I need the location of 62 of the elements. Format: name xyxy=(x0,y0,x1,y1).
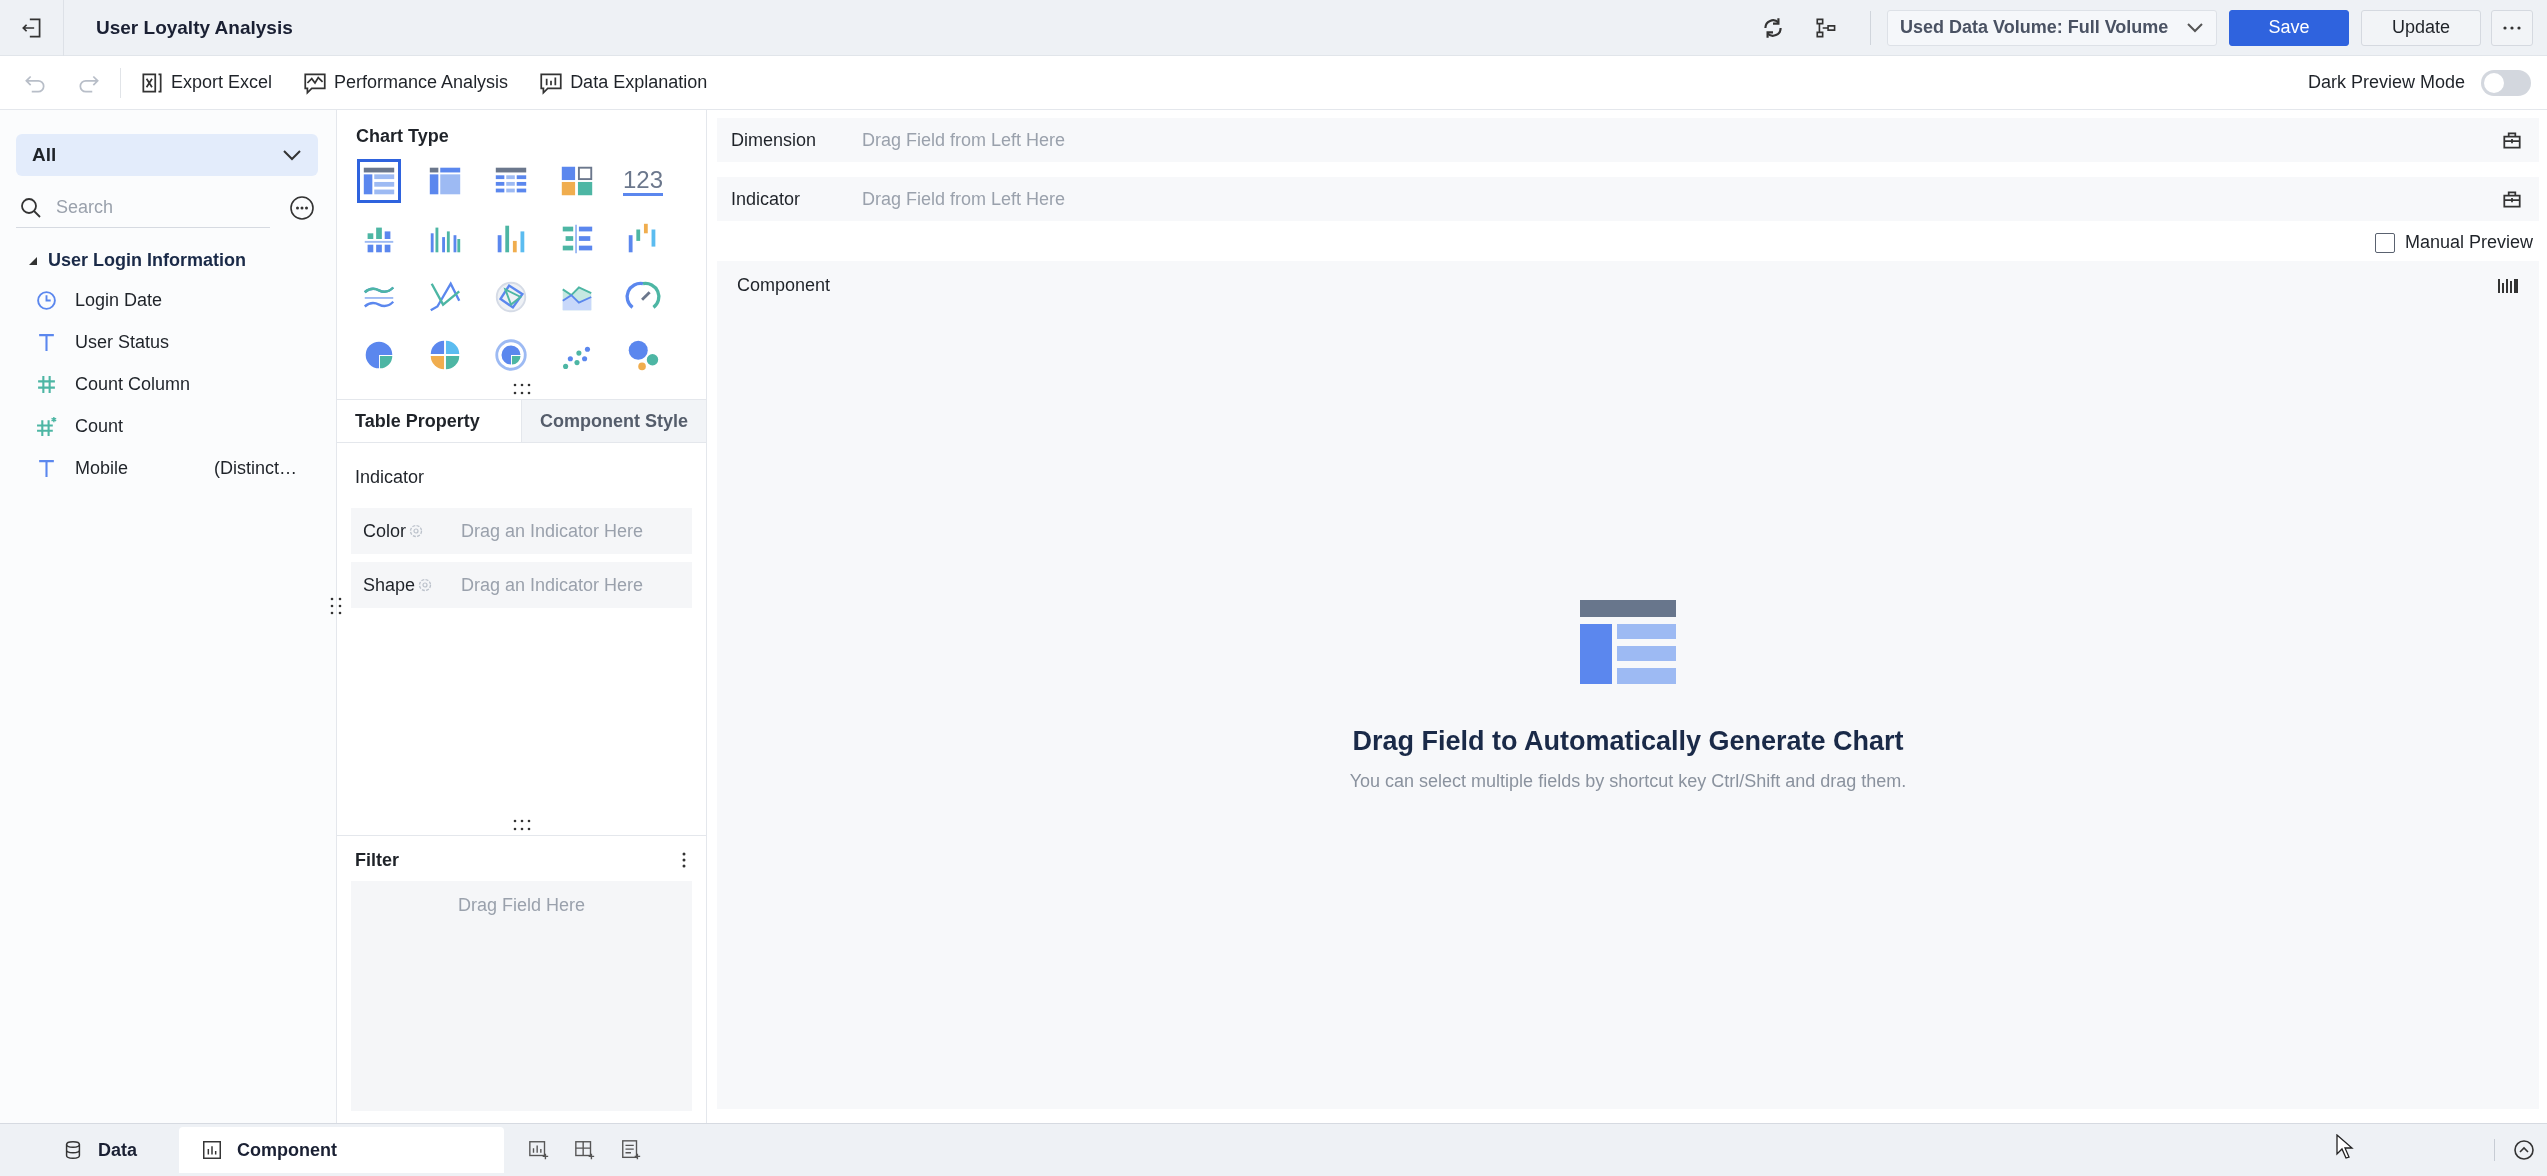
property-tab[interactable]: Component Style xyxy=(521,400,706,442)
drop-placeholder: Drag Field from Left Here xyxy=(862,129,1066,151)
slot-label: Shape xyxy=(363,574,416,596)
empty-state-title: Drag Field to Automatically Generate Chart xyxy=(1352,725,1904,757)
toolbar-action[interactable]: Export Excel xyxy=(133,65,279,100)
kebab-menu-icon[interactable] xyxy=(680,851,688,870)
indicator-drop-zone[interactable]: Color Drag an Indicator Here xyxy=(351,508,692,554)
triangle-icon[interactable] xyxy=(28,255,38,266)
update-button[interactable]: Update xyxy=(2361,9,2481,46)
bottom-tab[interactable]: Data xyxy=(40,1127,159,1173)
row-label: Indicator xyxy=(731,188,802,210)
component-title: Component xyxy=(737,275,831,296)
empty-state-hint: You can select multiple fields by shortcut key Ctrl/Shift and drag them. xyxy=(1349,770,1907,792)
caret-icon[interactable] xyxy=(282,149,302,161)
field-drop-row[interactable]: Indicator Drag Field from Left Here xyxy=(717,177,2539,221)
text-type-icon xyxy=(36,457,57,479)
toolbar-action[interactable]: Data Explanation xyxy=(532,65,714,100)
tree-group[interactable]: User Login Information xyxy=(28,250,246,271)
indicator-drop-zone[interactable]: Shape Drag an Indicator Here xyxy=(351,562,692,608)
text-type-icon xyxy=(36,331,57,353)
drop-placeholder: Drag an Indicator Here xyxy=(461,574,644,596)
report-title: User Loyalty Analysis xyxy=(96,16,293,39)
clock-icon xyxy=(36,289,57,311)
toolbar-action[interactable]: Performance Analysis xyxy=(296,65,515,100)
row-label: Dimension xyxy=(731,129,818,151)
field-name[interactable]: Mobile xyxy=(75,457,129,479)
mouse-pointer-icon xyxy=(2336,1134,2354,1160)
field-drop-row[interactable]: Dimension Drag Field from Left Here xyxy=(717,118,2539,162)
hash-star-icon xyxy=(36,415,57,437)
save-button[interactable]: Save xyxy=(2229,9,2349,46)
slot-label: Color xyxy=(363,520,406,542)
dark-preview-toggle[interactable] xyxy=(2481,69,2531,96)
add-chart-icon[interactable] xyxy=(528,1139,550,1161)
drag-handle-icon[interactable] xyxy=(511,819,532,831)
ring-chart-icon xyxy=(492,336,530,374)
hash-icon xyxy=(36,373,57,395)
data-volume-select[interactable]: Used Data Volume: Full Volume xyxy=(1887,9,2217,46)
add-report-icon[interactable] xyxy=(620,1139,642,1161)
drag-handle-icon[interactable] xyxy=(511,383,532,395)
field-name[interactable]: Count Column xyxy=(75,373,191,395)
field-name[interactable]: User Status xyxy=(75,331,170,353)
ellipsis-icon[interactable] xyxy=(2502,24,2522,31)
add-table-icon[interactable] xyxy=(574,1139,596,1161)
indicator-label: Indicator xyxy=(354,466,426,489)
chart-type-option[interactable] xyxy=(357,159,401,203)
chart-type-option[interactable]: 123 xyxy=(621,159,665,203)
manual-preview-checkbox[interactable]: Manual Preview xyxy=(2368,232,2539,253)
drop-placeholder: Drag Field from Left Here xyxy=(862,188,1066,210)
dark-preview-label: Dark Preview Mode xyxy=(2307,72,2465,93)
filter-title: Filter xyxy=(355,850,399,871)
caret-icon[interactable] xyxy=(2186,21,2204,34)
search-field[interactable]: Search xyxy=(54,196,254,219)
chart-frame-icon xyxy=(201,1139,223,1161)
field-name[interactable]: Count xyxy=(75,415,124,437)
bottom-tab[interactable]: Component xyxy=(179,1127,504,1173)
field-note: (Distinct… xyxy=(214,457,298,479)
search-icon[interactable] xyxy=(20,196,42,219)
drop-placeholder: Drag an Indicator Here xyxy=(461,520,644,542)
field-group-select[interactable]: All xyxy=(16,134,318,176)
section-title: Chart Type xyxy=(355,125,450,147)
field-name[interactable]: Login Date xyxy=(75,289,163,311)
more-options-icon[interactable] xyxy=(288,194,316,222)
